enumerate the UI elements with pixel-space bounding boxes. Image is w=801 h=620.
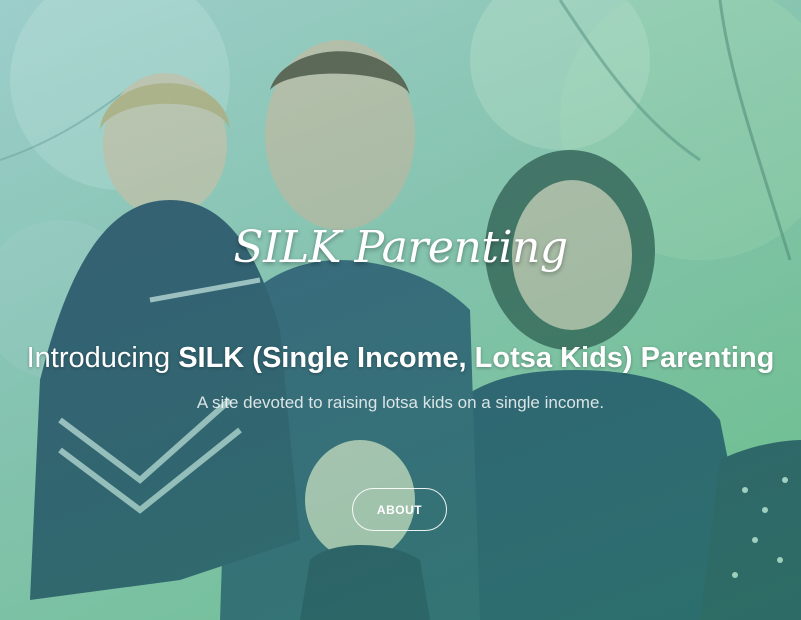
headline-prefix: Introducing (26, 342, 171, 374)
about-button[interactable]: ABOUT (352, 488, 447, 531)
headline-bold: SILK (Single Income, Lotsa Kids) Parenti… (178, 342, 775, 374)
hero-content: SILK Parenting Introducing SILK (Single … (0, 0, 801, 620)
hero-tagline: A site devoted to raising lotsa kids on … (196, 393, 605, 412)
hero-section: SILK Parenting Introducing SILK (Single … (0, 0, 801, 620)
hero-headline: Introducing SILK (Single Income, Lotsa K… (0, 338, 801, 378)
site-logo[interactable]: SILK Parenting (0, 222, 801, 273)
